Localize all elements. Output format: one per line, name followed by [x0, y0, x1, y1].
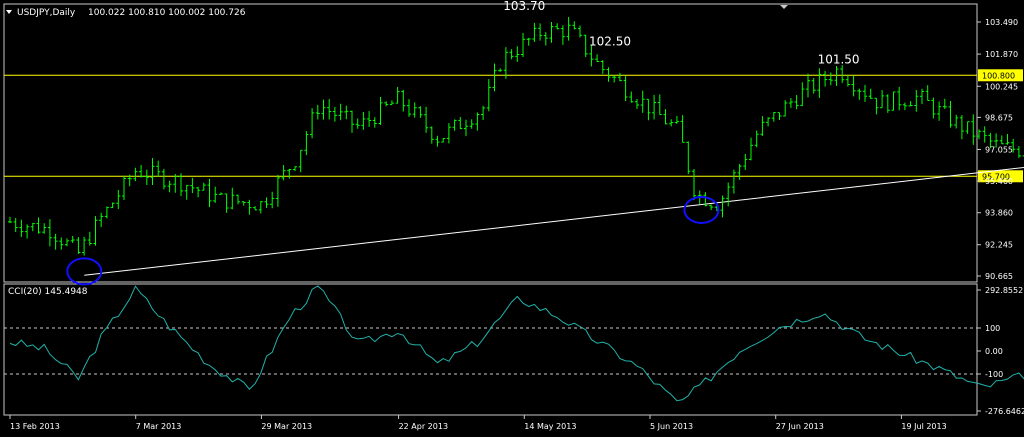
time-tick-label: 22 Apr 2013 — [399, 422, 448, 431]
chart-background — [0, 0, 1024, 437]
time-tick-label: 27 Jun 2013 — [776, 422, 824, 431]
ohlc-readout: 100.022 100.810 100.002 100.726 — [88, 8, 246, 18]
cci-tick-label: 0.00 — [985, 347, 1003, 356]
price-tick-label: 97.055 — [985, 145, 1013, 154]
price-tick-label: 100.245 — [985, 82, 1018, 91]
cci-tick-label: -100 — [985, 370, 1003, 379]
time-tick-label: 14 May 2013 — [524, 422, 576, 431]
time-tick-label: 29 Mar 2013 — [261, 422, 312, 431]
peak-annotation: 101.50 — [818, 52, 860, 66]
time-tick-label: 5 Jun 2013 — [650, 422, 693, 431]
cci-tick-label: -276.6462 — [985, 407, 1024, 416]
price-tick-label: 101.870 — [985, 50, 1018, 59]
time-tick-label: 13 Feb 2013 — [10, 422, 60, 431]
level-price-label: 100.800 — [982, 71, 1015, 80]
price-chart[interactable]: 100.80095.700 103.70102.50101.50 103.490… — [0, 0, 1024, 437]
price-tick-label: 93.860 — [985, 209, 1013, 218]
price-tick-label: 95.460 — [985, 177, 1013, 186]
time-tick-label: 19 Jul 2013 — [901, 422, 946, 431]
price-tick-label: 92.245 — [985, 241, 1013, 250]
peak-annotation: 102.50 — [589, 35, 631, 49]
price-tick-label: 98.675 — [985, 113, 1013, 122]
price-tick-label: 103.490 — [985, 18, 1018, 27]
peak-annotation: 103.70 — [503, 0, 545, 13]
symbol-label: USDJPY,Daily — [17, 8, 76, 18]
time-tick-label: 7 Mar 2013 — [136, 422, 182, 431]
cci-tick-label: 292.8552 — [985, 286, 1023, 295]
price-tick-label: 90.665 — [985, 272, 1013, 281]
cci-label: CCI(20) 145.4948 — [8, 287, 88, 297]
cci-tick-label: 100 — [985, 324, 1000, 333]
